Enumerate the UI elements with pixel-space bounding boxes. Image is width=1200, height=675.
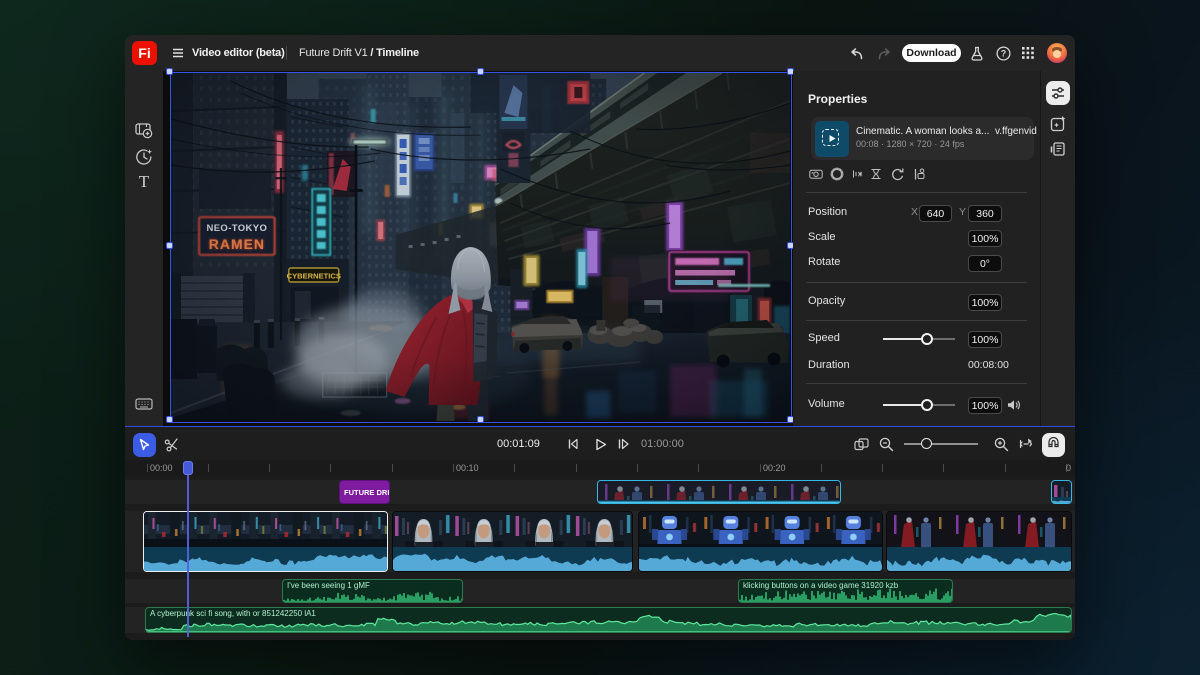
- svg-text:?: ?: [1001, 49, 1007, 59]
